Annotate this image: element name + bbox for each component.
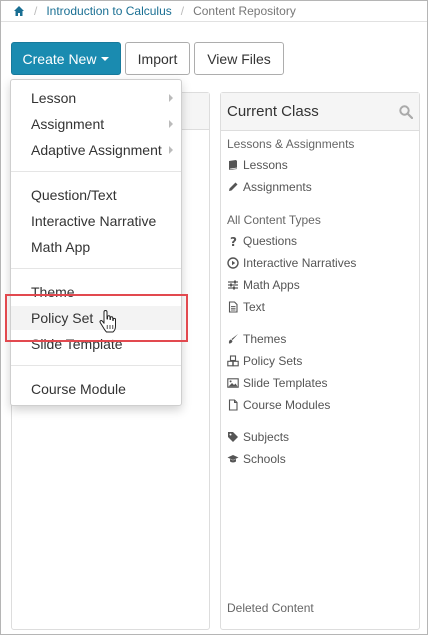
submenu-arrow-icon [169, 120, 173, 128]
view-files-button[interactable]: View Files [194, 42, 284, 75]
menu-item-label: Interactive Narrative [31, 213, 157, 229]
all-content-types-heading: All Content Types [227, 213, 321, 227]
nav-item-interactive-narratives[interactable]: Interactive Narratives [227, 255, 356, 271]
breadcrumb-divider [1, 21, 427, 22]
menu-item-course-module[interactable]: Course Module [11, 377, 181, 401]
current-class-header: Current Class [221, 93, 419, 131]
graduation-cap-icon [227, 455, 239, 463]
nav-item-label: Slide Templates [243, 376, 328, 390]
nav-item-assignments[interactable]: Assignments [227, 179, 312, 195]
menu-item-assignment[interactable]: Assignment [11, 112, 181, 136]
breadcrumb-separator: / [180, 4, 185, 18]
caret-down-icon [101, 56, 110, 61]
nav-item-label: Schools [243, 452, 286, 466]
menu-item-math-app[interactable]: Math App [11, 235, 181, 259]
image-icon [227, 378, 239, 388]
pencil-icon [229, 182, 238, 191]
menu-divider [11, 171, 181, 172]
create-new-button[interactable]: Create New [11, 42, 121, 75]
play-circle-icon [227, 257, 239, 269]
book-icon [229, 160, 238, 170]
menu-item-question-text[interactable]: Question/Text [11, 183, 181, 207]
brush-icon [228, 334, 238, 344]
current-class-title: Current Class [227, 103, 319, 120]
create-new-label: Create New [22, 50, 97, 67]
submenu-arrow-icon [169, 94, 173, 102]
nav-item-course-modules[interactable]: Course Modules [227, 397, 330, 413]
nav-item-subjects[interactable]: Subjects [227, 429, 289, 445]
window-frame: / Introduction to Calculus / Content Rep… [0, 0, 428, 635]
nav-item-policy-sets[interactable]: Policy Sets [227, 353, 302, 369]
submenu-arrow-icon [169, 146, 173, 154]
menu-item-lesson[interactable]: Lesson [11, 86, 181, 110]
menu-item-label: Question/Text [31, 187, 117, 203]
nav-item-slide-templates[interactable]: Slide Templates [227, 375, 328, 391]
svg-text:?: ? [230, 235, 237, 247]
hand-pointer-icon [99, 310, 116, 333]
menu-item-label: Adaptive Assignment [31, 142, 162, 158]
menu-item-adaptive-assignment[interactable]: Adaptive Assignment [11, 138, 181, 162]
nav-item-lessons[interactable]: Lessons [227, 157, 288, 173]
breadcrumb: / Introduction to Calculus / Content Rep… [13, 3, 296, 19]
create-new-menu: Lesson Assignment Adaptive Assignment Qu… [10, 79, 182, 406]
nav-item-label: Math Apps [243, 278, 300, 292]
nav-item-label: Policy Sets [243, 354, 303, 368]
cubes-icon [227, 355, 239, 367]
nav-item-label: Course Modules [243, 398, 331, 412]
file-text-icon [228, 301, 238, 313]
policy-set-highlight-box [5, 294, 188, 342]
nav-item-label: Themes [243, 332, 287, 346]
menu-divider [11, 268, 181, 269]
menu-item-label: Course Module [31, 381, 126, 397]
menu-item-interactive-narrative[interactable]: Interactive Narrative [11, 209, 181, 233]
nav-item-label: Subjects [243, 430, 290, 444]
sliders-icon [228, 280, 238, 290]
nav-item-themes[interactable]: Themes [227, 331, 286, 347]
breadcrumb-separator: / [34, 4, 38, 18]
import-button[interactable]: Import [125, 42, 190, 75]
lessons-assignments-heading: Lessons & Assignments [227, 137, 355, 151]
menu-item-label: Assignment [31, 116, 105, 132]
breadcrumb-current: Content Repository [193, 4, 296, 18]
nav-item-label: Text [243, 300, 266, 314]
menu-item-label: Math App [31, 239, 91, 255]
nav-item-label: Questions [243, 234, 298, 248]
nav-item-text[interactable]: Text [227, 299, 265, 315]
home-icon[interactable] [13, 5, 25, 17]
current-class-panel: Current Class Lessons & Assignments Less… [220, 92, 420, 630]
search-icon[interactable] [399, 105, 413, 119]
nav-item-questions[interactable]: ? Questions [227, 233, 297, 249]
nav-item-schools[interactable]: Schools [227, 451, 286, 467]
nav-item-math-apps[interactable]: Math Apps [227, 277, 300, 293]
breadcrumb-course-link[interactable]: Introduction to Calculus [46, 4, 171, 18]
question-icon: ? [230, 235, 237, 247]
file-icon [228, 399, 238, 411]
nav-item-label: Interactive Narratives [243, 256, 357, 270]
menu-divider [11, 365, 181, 366]
deleted-content-link[interactable]: Deleted Content [227, 601, 314, 615]
nav-item-label: Assignments [243, 180, 312, 194]
nav-item-label: Lessons [243, 158, 288, 172]
tag-icon [228, 432, 238, 442]
menu-item-label: Lesson [31, 90, 77, 106]
